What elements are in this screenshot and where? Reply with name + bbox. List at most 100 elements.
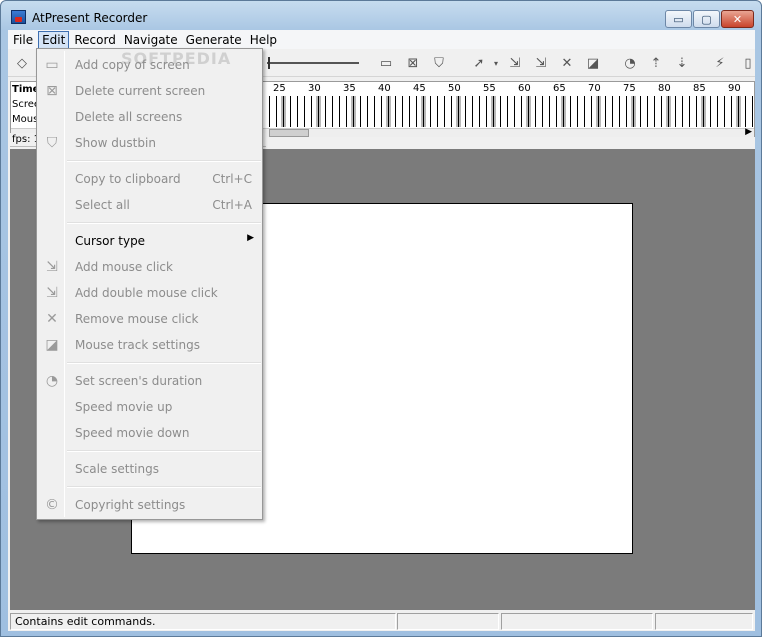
menu-item-label: Remove mouse click [75, 312, 199, 326]
menu-item-shortcut: Ctrl+A [212, 198, 252, 212]
screen-delete-icon[interactable]: ⊠ [403, 54, 423, 72]
menu-item-copy-to-clipboard[interactable]: Copy to clipboard Ctrl+C [37, 166, 262, 192]
timeline-tick [493, 96, 494, 127]
menu-item-scale-settings[interactable]: Scale settings [37, 456, 262, 482]
status-cell-3 [501, 613, 653, 630]
remove-click-icon: ✕ [46, 311, 58, 327]
menu-item-show-dustbin[interactable]: ⛉ Show dustbin [37, 130, 262, 156]
menu-item-set-screens-duration[interactable]: ◔ Set screen's duration [37, 368, 262, 394]
timeline-tick [661, 96, 662, 127]
title-bar[interactable]: AtPresent Recorder ▭ ▢ ✕ [1, 1, 761, 31]
timeline-tick [528, 96, 529, 127]
timeline-tick [458, 96, 459, 127]
menu-item-speed-movie-up[interactable]: Speed movie up [37, 394, 262, 420]
timeline-tick [304, 96, 305, 127]
menu-item-delete-current-screen[interactable]: ⊠ Delete current screen [37, 78, 262, 104]
menu-edit[interactable]: Edit [38, 30, 70, 49]
mouse-track-icon[interactable]: ◪ [583, 54, 603, 72]
double-click-icon: ⇲ [46, 285, 58, 301]
menu-item-speed-movie-down[interactable]: Speed movie down [37, 420, 262, 446]
menu-item-add-copy-of-screen[interactable]: ▭ Add copy of screen [37, 52, 262, 78]
edit-menu-dropdown: SOFTPEDIA ▭ Add copy of screen ⊠ Delete … [36, 48, 263, 520]
menu-item-cursor-type[interactable]: Cursor type ▶ [37, 228, 262, 254]
menu-file[interactable]: File [10, 31, 36, 49]
timeline-tick-label: 55 [483, 83, 496, 94]
timeline-tick [675, 96, 676, 127]
timeline-tick [745, 96, 746, 127]
maximize-button[interactable]: ▢ [693, 10, 720, 28]
mouse-click-icon[interactable]: ⇲ [505, 54, 525, 72]
zoom-slider-track[interactable] [267, 62, 359, 64]
menu-item-label: Speed movie up [75, 400, 173, 414]
menu-record[interactable]: Record [71, 31, 118, 49]
menu-separator [67, 160, 261, 162]
menu-item-label: Delete all screens [75, 110, 183, 124]
menu-item-add-mouse-click[interactable]: ⇲ Add mouse click [37, 254, 262, 280]
timeline-tick [696, 96, 697, 127]
menu-navigate[interactable]: Navigate [121, 31, 181, 49]
timeline-tick [507, 96, 508, 127]
timeline-tick [682, 96, 683, 127]
timeline-scroll-thumb[interactable] [269, 129, 309, 137]
timeline-tick [612, 96, 613, 127]
timeline-tick-label: 80 [658, 83, 671, 94]
screen-copy-icon[interactable]: ▭ [376, 54, 396, 72]
menu-item-mouse-track-settings[interactable]: ◪ Mouse track settings [37, 332, 262, 358]
timeline-tick [717, 96, 718, 127]
menu-separator [67, 450, 261, 452]
timeline-tick [577, 96, 578, 127]
timeline-tick [724, 96, 725, 127]
mouse-click-icon: ⇲ [46, 259, 58, 275]
status-bar: Contains edit commands. [8, 611, 755, 631]
menu-item-label: Mouse track settings [75, 338, 200, 352]
generate-icon[interactable]: ⚡ [710, 54, 730, 72]
dustbin-icon[interactable]: ⛉ [429, 54, 449, 72]
menu-item-add-double-mouse-click[interactable]: ⇲ Add double mouse click [37, 280, 262, 306]
duration-icon: ◔ [45, 373, 59, 389]
timeline-tick [479, 96, 480, 127]
timeline-tick [647, 96, 648, 127]
diamond-icon[interactable]: ◇ [12, 54, 32, 72]
timeline-tick [710, 96, 711, 127]
zoom-slider-thumb[interactable] [268, 57, 270, 69]
timeline-tick [430, 96, 431, 127]
double-click-icon[interactable]: ⇲ [531, 54, 551, 72]
speed-up-icon[interactable]: ⇡ [646, 54, 666, 72]
status-cell-4 [655, 613, 753, 630]
minimize-button[interactable]: ▭ [665, 10, 692, 28]
timeline-tick [339, 96, 340, 127]
scroll-right-icon[interactable]: ▶ [745, 127, 752, 137]
timeline-tick [388, 96, 389, 127]
screen-copy-icon: ▭ [45, 57, 59, 73]
cursor-dropdown-icon[interactable]: ▾ [486, 54, 506, 72]
timeline-tick [703, 96, 704, 127]
timeline-tick-label: 75 [623, 83, 636, 94]
timeline-tick-label: 50 [448, 83, 461, 94]
timeline-tick-label: 30 [308, 83, 321, 94]
menu-item-select-all[interactable]: Select all Ctrl+A [37, 192, 262, 218]
timeline-tick [598, 96, 599, 127]
menu-item-remove-mouse-click[interactable]: ✕ Remove mouse click [37, 306, 262, 332]
copyright-icon: © [45, 497, 59, 513]
timeline-tick [437, 96, 438, 127]
more-tools-icon[interactable]: ▯ [738, 54, 758, 72]
timeline-tick [332, 96, 333, 127]
menu-item-delete-all-screens[interactable]: Delete all screens [37, 104, 262, 130]
timeline-tick [521, 96, 522, 127]
timeline-ticks[interactable]: 25 30 35 40 45 50 55 60 65 70 75 80 85 90 [265, 82, 755, 128]
menu-item-label: Copy to clipboard [75, 172, 181, 186]
close-button[interactable]: ✕ [721, 10, 754, 28]
menu-item-label: Copyright settings [75, 498, 186, 512]
timeline-tick [654, 96, 655, 127]
duration-icon[interactable]: ◔ [620, 54, 640, 72]
timeline-tick-label: 35 [343, 83, 356, 94]
speed-down-icon[interactable]: ⇣ [672, 54, 692, 72]
menu-item-copyright-settings[interactable]: © Copyright settings [37, 492, 262, 518]
timeline-tick [689, 96, 690, 127]
timeline-tick [395, 96, 396, 127]
menu-generate[interactable]: Generate [183, 31, 245, 49]
menu-help[interactable]: Help [247, 31, 280, 49]
timeline-tick [640, 96, 641, 127]
timeline-tick [570, 96, 571, 127]
remove-click-icon[interactable]: ✕ [557, 54, 577, 72]
